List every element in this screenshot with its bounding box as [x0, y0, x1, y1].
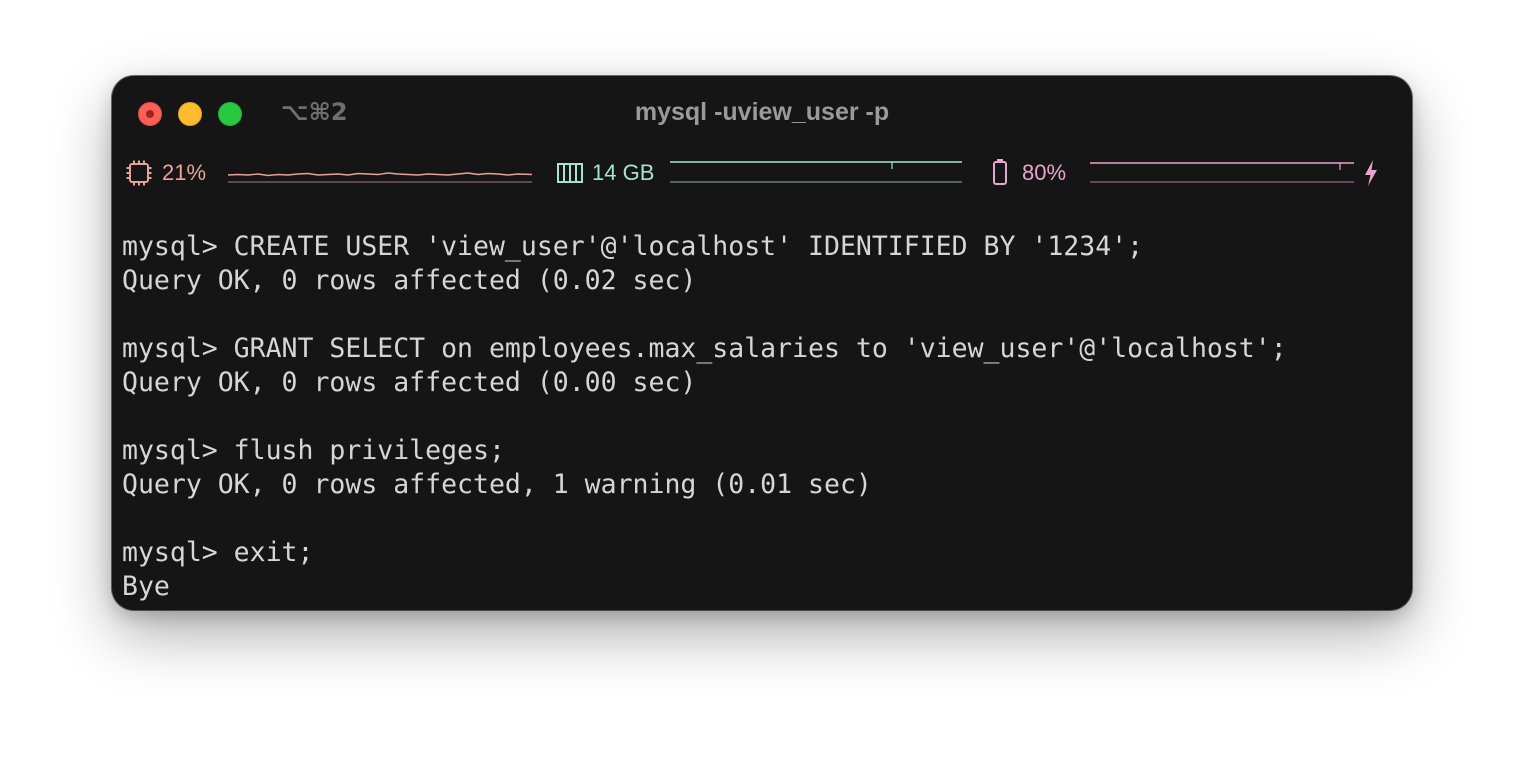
title-bar[interactable]: ⌥⌘2 mysql -uview_user -p: [112, 76, 1412, 152]
cpu-usage-graph: [228, 172, 532, 183]
terminal-command-line: mysql> exit;: [122, 537, 314, 568]
battery-level-label: 80%: [1022, 160, 1067, 185]
battery-level-graph: [1090, 162, 1354, 183]
terminal-output-line: Query OK, 0 rows affected, 1 warning (0.…: [122, 469, 872, 500]
memory-usage-label: 14 GB: [592, 160, 655, 185]
terminal-output-line: Bye: [122, 571, 170, 602]
terminal-command-line: mysql> GRANT SELECT on employees.max_sal…: [122, 333, 1287, 364]
terminal-window: ⌥⌘2 mysql -uview_user -p 21% 14 GB 80% m…: [112, 76, 1412, 610]
terminal-output[interactable]: mysql> CREATE USER 'view_user'@'localhos…: [122, 230, 1287, 604]
status-bar: 21% 14 GB 80%: [112, 152, 1412, 192]
terminal-output-line: Query OK, 0 rows affected (0.02 sec): [122, 265, 697, 296]
lightning-icon: [1365, 160, 1377, 186]
cpu-usage-label: 21%: [162, 160, 207, 185]
window-title: mysql -uview_user -p: [634, 98, 890, 126]
memory-icon: [557, 163, 583, 183]
cpu-icon: [126, 160, 152, 186]
terminal-output-line: Query OK, 0 rows affected (0.00 sec): [122, 367, 697, 398]
battery-icon: [993, 159, 1007, 185]
memory-usage-graph: [670, 161, 962, 183]
terminal-command-line: mysql> flush privileges;: [122, 435, 505, 466]
terminal-command-line: mysql> CREATE USER 'view_user'@'localhos…: [122, 231, 1144, 262]
